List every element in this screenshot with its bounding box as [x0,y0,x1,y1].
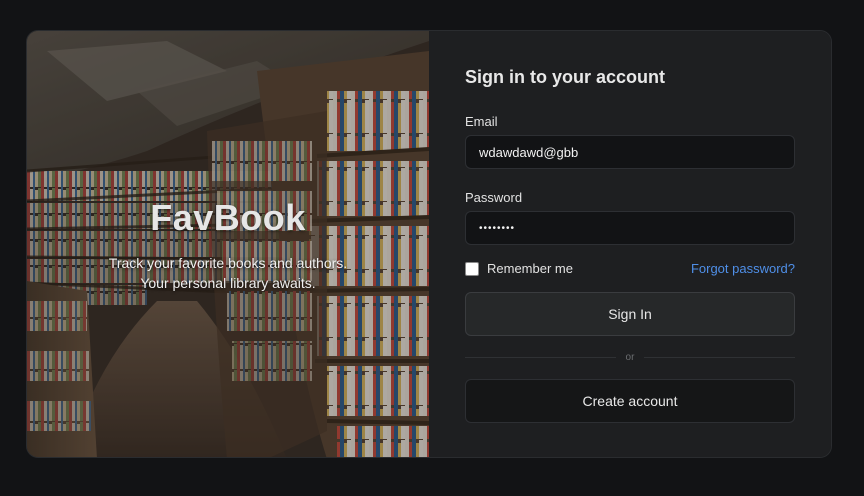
password-field-group: Password •••••••• [465,190,795,245]
divider-text: or [625,352,635,363]
divider-line-left [465,357,616,358]
remember-row: Remember me Forgot password? [465,261,795,276]
or-divider: or [465,352,795,363]
email-field-group: Email wdawdawd@gbb [465,114,795,169]
email-input[interactable]: wdawdawd@gbb [465,135,795,169]
sign-in-form: Sign in to your account Email wdawdawd@g… [429,31,831,457]
login-card: FavBook Track your favorite books and au… [26,30,832,458]
sign-in-button[interactable]: Sign In [465,292,795,336]
remember-me[interactable]: Remember me [465,261,573,276]
form-title: Sign in to your account [465,67,666,87]
brand-title: FavBook [150,197,306,238]
remember-me-checkbox[interactable] [465,261,479,276]
divider-line-right [644,357,795,358]
email-label: Email [465,114,498,129]
brand-tagline: Track your favorite books and authors. Y… [108,255,348,291]
password-input[interactable]: •••••••• [465,211,795,245]
hero-panel: FavBook Track your favorite books and au… [27,31,429,457]
forgot-password-link[interactable]: Forgot password? [691,261,795,276]
create-account-button[interactable]: Create account [465,379,795,423]
hero-text: FavBook Track your favorite books and au… [27,197,429,293]
remember-me-label: Remember me [487,261,573,276]
password-label: Password [465,190,523,205]
